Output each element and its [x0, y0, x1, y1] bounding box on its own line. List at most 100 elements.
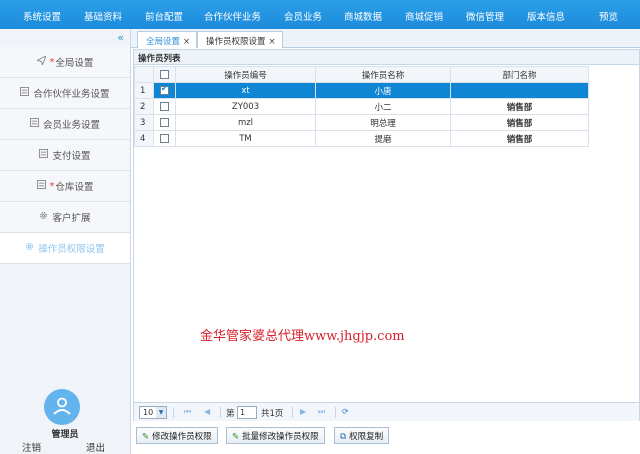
- bottom-toolbar: ✎ 修改操作员权限 ✎ 批量修改操作员权限 ⧉ 权限复制: [133, 423, 640, 454]
- required-star: *: [49, 180, 55, 192]
- row-checkbox[interactable]: [160, 133, 169, 143]
- watermark-text: 金华管家婆总代理www.jhgjp.com: [200, 329, 405, 344]
- nav-basic-data[interactable]: 基础资料: [84, 9, 122, 23]
- operator-code: xt: [175, 82, 316, 99]
- select-all-checkbox[interactable]: [160, 69, 169, 79]
- list-icon: [20, 87, 30, 99]
- sidebar-item-label: 全局设置: [55, 58, 94, 69]
- copy-permissions-button[interactable]: ⧉ 权限复制: [334, 427, 390, 444]
- table-row[interactable]: 1 xt 小唐: [134, 82, 589, 99]
- pagination-bar: 10 ▼ ⏮ ◀ 第 1 共1页 ▶ ⏭ ⟳: [134, 402, 639, 421]
- avatar[interactable]: [44, 389, 80, 425]
- row-number: 4: [134, 130, 154, 147]
- operator-table: 操作员编号 操作员名称 部门名称 1 xt 小唐 2 ZY003 小二 销售部 …: [134, 66, 589, 147]
- row-checkbox[interactable]: [160, 117, 169, 127]
- row-number: 2: [134, 98, 154, 115]
- sidebar-item-label: 支付设置: [52, 151, 91, 162]
- column-header-code[interactable]: 操作员编号: [175, 66, 316, 83]
- page-number-input[interactable]: 1: [237, 406, 257, 419]
- close-icon[interactable]: ×: [183, 37, 190, 47]
- send-icon: [35, 55, 47, 68]
- sidebar-item-payment-settings[interactable]: 支付设置: [0, 140, 130, 171]
- table-row[interactable]: 4 TM 提磨 销售部: [134, 130, 589, 147]
- table-row[interactable]: 3 mzl 明总理 销售部: [134, 114, 589, 131]
- first-page-icon[interactable]: ⏮: [184, 407, 191, 417]
- pager-separator: [335, 407, 336, 418]
- row-checkbox[interactable]: [160, 84, 169, 95]
- table-row[interactable]: 2 ZY003 小二 销售部: [134, 98, 589, 115]
- batch-edit-permissions-button[interactable]: ✎ 批量修改操作员权限: [226, 427, 325, 444]
- gear-icon: [25, 242, 34, 254]
- operator-name: 小二: [315, 98, 451, 115]
- select-all-header: [153, 66, 176, 83]
- last-page-icon[interactable]: ⏭: [318, 407, 325, 417]
- tab-label: 操作员权限设置: [206, 37, 266, 47]
- required-star: *: [49, 56, 55, 68]
- page-prefix: 第: [226, 409, 235, 419]
- refresh-icon[interactable]: ⟳: [342, 407, 349, 416]
- tab-label: 全局设置: [146, 37, 181, 47]
- row-number: 1: [134, 82, 154, 99]
- list-icon: [29, 118, 39, 130]
- sidebar: « * 全局设置 合作伙伴业务设置 会员业务设置 支付设置 * 仓库设置 客户扩…: [0, 29, 131, 454]
- department-name: [450, 82, 589, 99]
- sidebar-item-partner-settings[interactable]: 合作伙伴业务设置: [0, 78, 130, 109]
- edit-permissions-button[interactable]: ✎ 修改操作员权限: [136, 427, 218, 444]
- nav-system-settings[interactable]: 系统设置: [23, 9, 61, 23]
- sidebar-item-global-settings[interactable]: * 全局设置: [0, 47, 130, 78]
- page-size-select[interactable]: 10 ▼: [139, 406, 167, 419]
- logout-link[interactable]: 注销: [22, 440, 41, 454]
- top-nav: 系统设置 基础资料 前台配置 合作伙伴业务 会员业务 商城数据 商城促销 微信管…: [0, 0, 640, 29]
- nav-version-info[interactable]: 版本信息: [527, 9, 565, 23]
- operator-name: 明总理: [315, 114, 451, 131]
- pencil-icon: ✎: [142, 432, 150, 442]
- column-header-dept[interactable]: 部门名称: [450, 66, 589, 83]
- department-name: 销售部: [450, 130, 589, 147]
- row-select-cell: [153, 114, 176, 131]
- nav-mall-data[interactable]: 商城数据: [344, 9, 382, 23]
- page-size-value: 10: [143, 408, 154, 417]
- sidebar-item-warehouse-settings[interactable]: * 仓库设置: [0, 171, 130, 202]
- nav-preview[interactable]: 预览: [599, 9, 618, 23]
- button-label: 权限复制: [349, 432, 384, 442]
- nav-partner-business[interactable]: 合作伙伴业务: [204, 9, 261, 23]
- collapse-icon[interactable]: «: [117, 31, 124, 44]
- sidebar-item-label: 操作员权限设置: [38, 244, 105, 255]
- operator-name: 小唐: [315, 82, 451, 99]
- quit-link[interactable]: 退出: [86, 440, 105, 454]
- close-icon[interactable]: ×: [269, 37, 276, 47]
- operator-code: ZY003: [175, 98, 316, 115]
- department-name: 销售部: [450, 98, 589, 115]
- column-header-name[interactable]: 操作员名称: [315, 66, 451, 83]
- sidebar-item-operator-permissions[interactable]: 操作员权限设置: [0, 233, 130, 264]
- button-label: 修改操作员权限: [152, 432, 212, 442]
- row-select-cell: [153, 82, 176, 99]
- chevron-down-icon: ▼: [156, 407, 166, 418]
- row-checkbox[interactable]: [160, 101, 169, 111]
- table-header-row: 操作员编号 操作员名称 部门名称: [134, 66, 589, 83]
- nav-member-business[interactable]: 会员业务: [284, 9, 322, 23]
- pager-separator: [173, 407, 174, 418]
- tab-global-settings[interactable]: 全局设置 ×: [137, 31, 198, 48]
- gear-icon: [39, 211, 48, 223]
- next-page-icon[interactable]: ▶: [300, 407, 306, 416]
- sidebar-item-member-settings[interactable]: 会员业务设置: [0, 109, 130, 140]
- sidebar-item-label: 会员业务设置: [42, 120, 100, 131]
- operator-list-panel: 操作员列表 操作员编号 操作员名称 部门名称 1 xt 小唐 2 ZY00: [133, 49, 640, 421]
- row-number: 3: [134, 114, 154, 131]
- prev-page-icon[interactable]: ◀: [204, 407, 210, 416]
- nav-front-config[interactable]: 前台配置: [145, 9, 183, 23]
- sidebar-item-label: 客户扩展: [52, 213, 91, 224]
- copy-icon: ⧉: [340, 432, 347, 442]
- operator-name: 提磨: [315, 130, 451, 147]
- operator-code: mzl: [175, 114, 316, 131]
- list-icon: [36, 180, 46, 192]
- panel-title: 操作员列表: [134, 50, 639, 65]
- pencil-icon: ✎: [232, 432, 240, 442]
- sidebar-item-label: 合作伙伴业务设置: [33, 89, 110, 100]
- tab-bar: 全局设置 × 操作员权限设置 ×: [131, 29, 640, 48]
- nav-wechat-management[interactable]: 微信管理: [466, 9, 504, 23]
- tab-operator-permissions[interactable]: 操作员权限设置 ×: [197, 31, 283, 48]
- sidebar-item-customer-extension[interactable]: 客户扩展: [0, 202, 130, 233]
- nav-mall-promotion[interactable]: 商城促销: [405, 9, 443, 23]
